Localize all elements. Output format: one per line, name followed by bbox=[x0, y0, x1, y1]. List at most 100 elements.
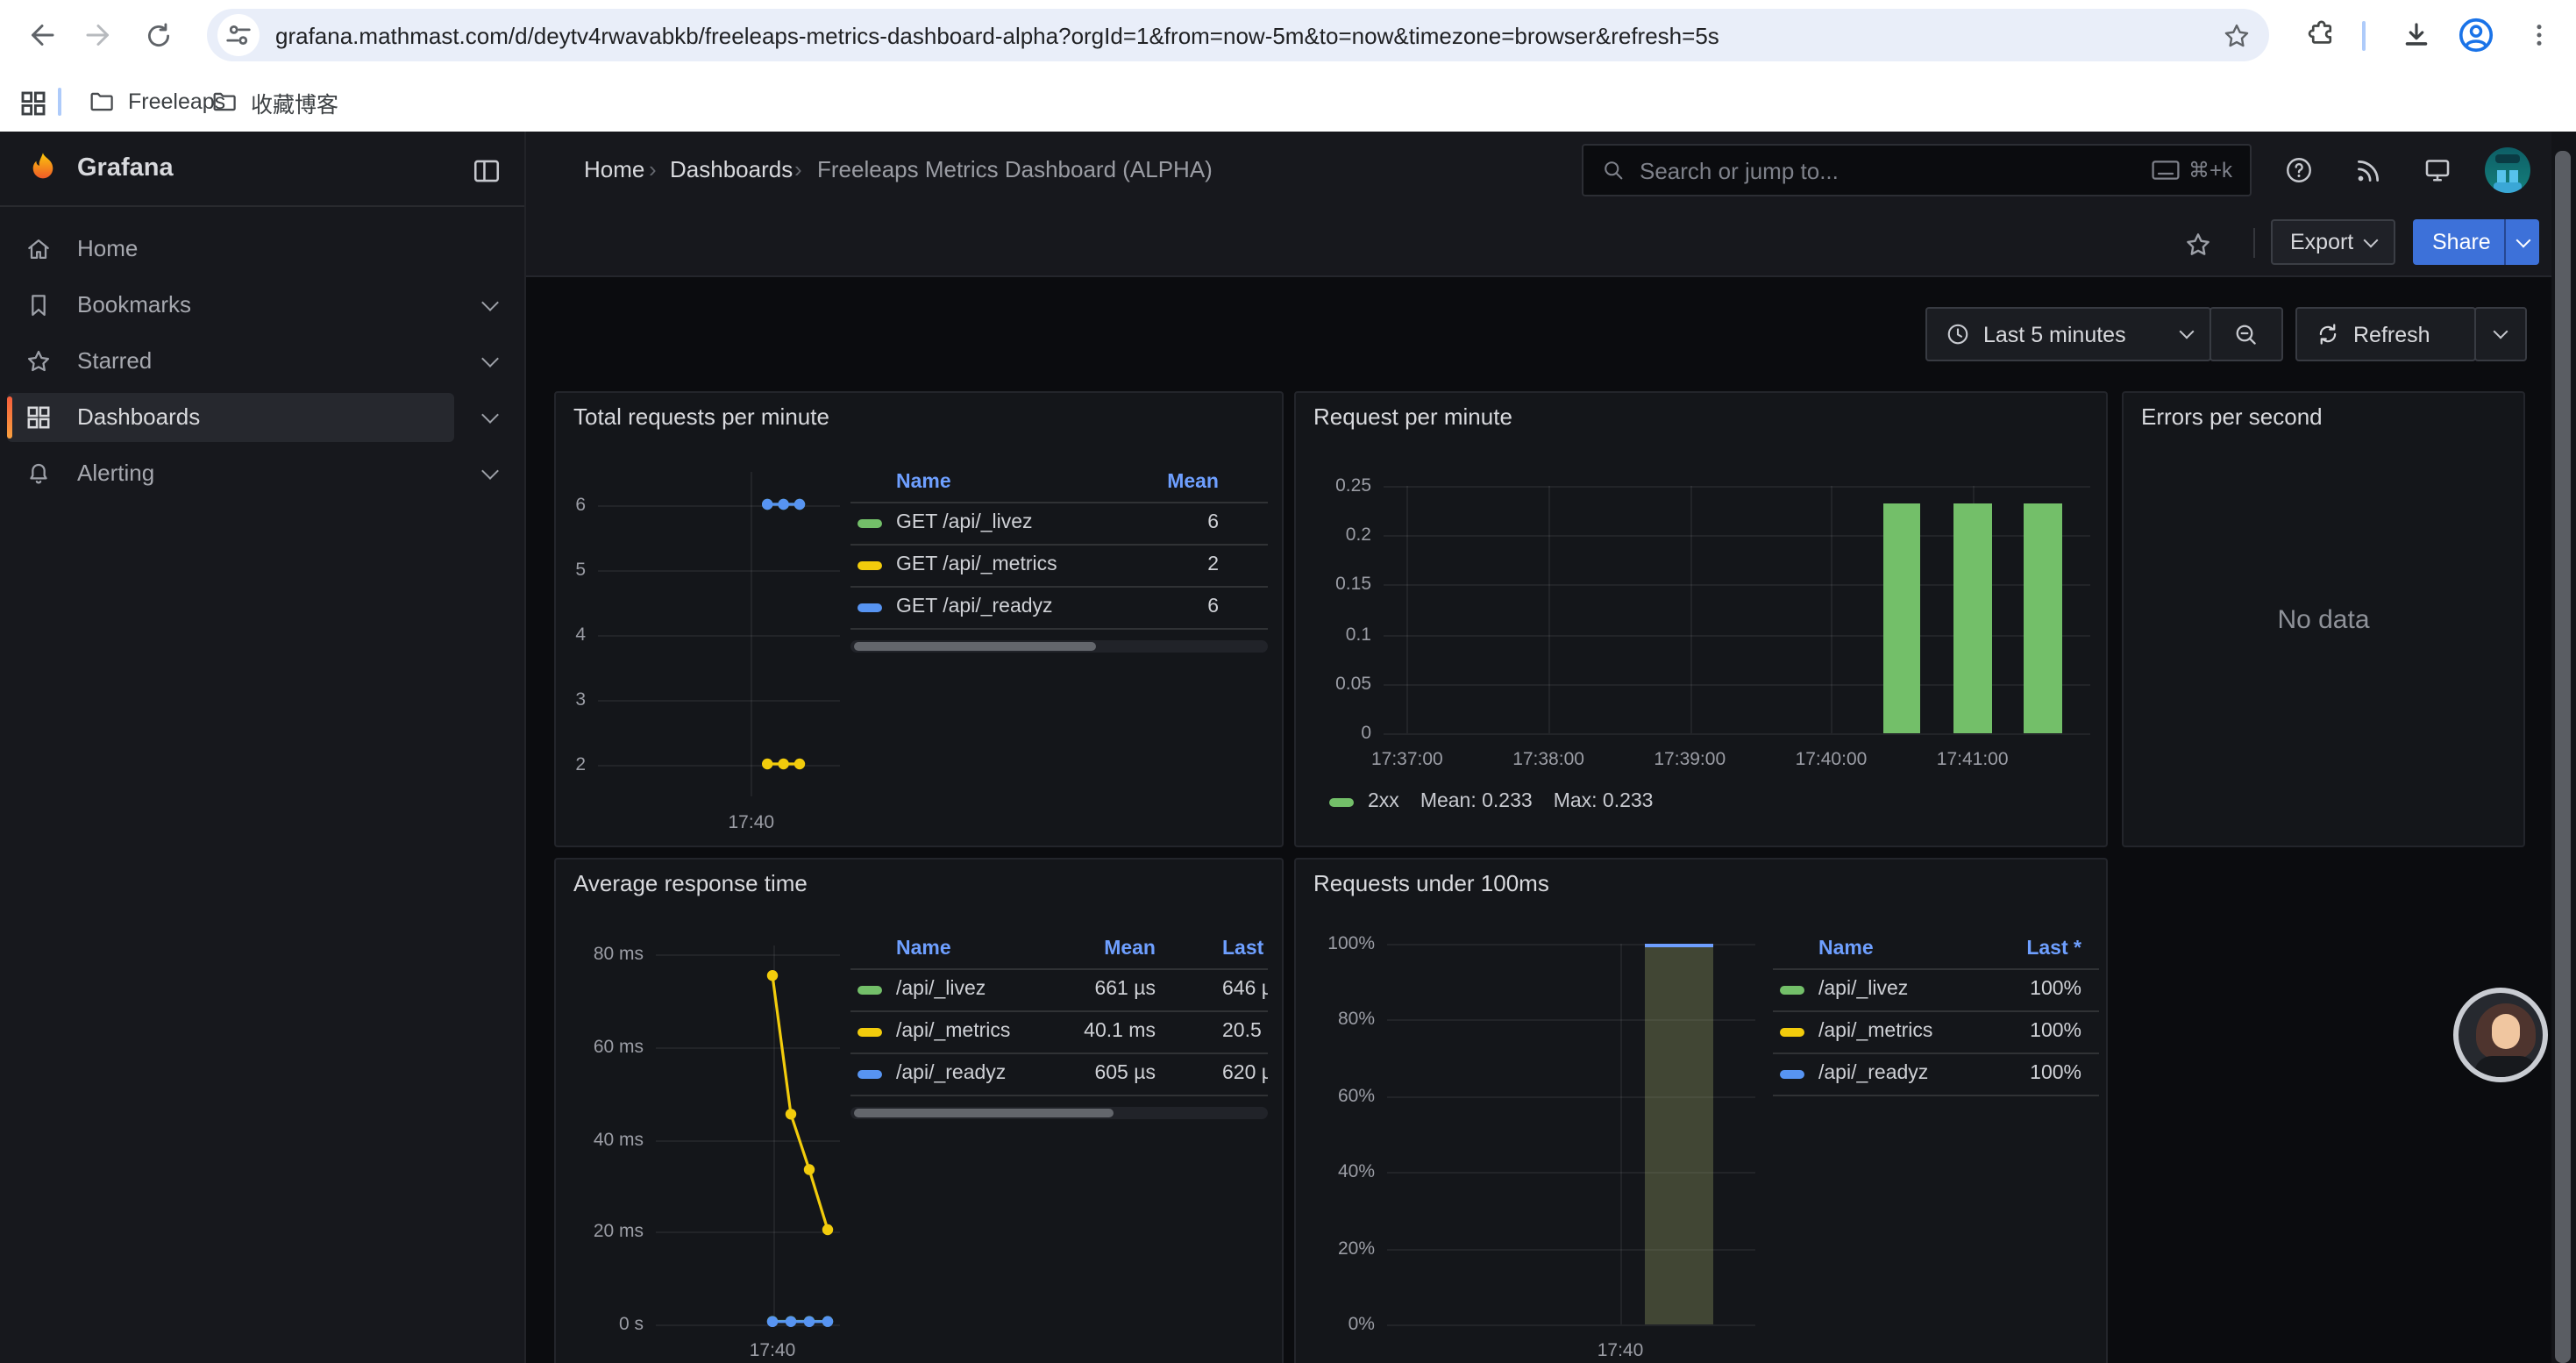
favorite-dashboard-button[interactable] bbox=[2167, 214, 2227, 274]
bar-chart-canvas[interactable]: 00.050.10.150.20.2517:37:0017:38:0017:39… bbox=[1296, 393, 2106, 846]
data-point bbox=[804, 1317, 815, 1327]
extensions-button[interactable] bbox=[2297, 11, 2346, 60]
refresh-button[interactable]: Refresh bbox=[2295, 307, 2476, 361]
bar-2xx bbox=[1953, 503, 1991, 733]
refresh-icon bbox=[2315, 321, 2341, 347]
legend-row[interactable]: /api/_readyz100% bbox=[1773, 1054, 2099, 1095]
site-settings-button[interactable] bbox=[217, 14, 260, 56]
no-data-message: No data bbox=[2124, 393, 2523, 846]
gridline bbox=[1384, 733, 2090, 735]
legend-cell: 100% bbox=[2030, 1054, 2081, 1095]
apps-grid-button[interactable] bbox=[14, 84, 53, 123]
sidebar-item-bookmarks[interactable]: Bookmarks bbox=[0, 277, 524, 333]
legend-h-scrollbar[interactable] bbox=[850, 640, 1268, 653]
data-point bbox=[767, 970, 778, 981]
chevron-down-icon[interactable] bbox=[481, 294, 499, 311]
star-icon bbox=[25, 347, 53, 375]
gridline bbox=[1548, 486, 1550, 733]
bookmark-page-button[interactable] bbox=[2222, 20, 2252, 50]
search-box[interactable]: ⌘+k bbox=[1582, 144, 2252, 196]
scrollbar-thumb[interactable] bbox=[2555, 151, 2571, 1363]
legend-row[interactable]: /api/_metrics100% bbox=[1773, 1012, 2099, 1053]
chevron-down-icon[interactable] bbox=[481, 462, 499, 480]
legend-column-header[interactable]: Name bbox=[896, 930, 951, 968]
series-color-pill bbox=[1780, 986, 1804, 995]
breadcrumb-dashboards[interactable]: Dashboards bbox=[670, 132, 793, 209]
legend-row[interactable]: /api/_livez100% bbox=[1773, 970, 2099, 1010]
page-scrollbar[interactable] bbox=[2551, 132, 2576, 1363]
legend-table-header: Name Mean bbox=[850, 463, 1268, 502]
chevron-down-icon[interactable] bbox=[481, 350, 499, 368]
legend-row[interactable]: GET /api/_livez6 bbox=[850, 503, 1268, 544]
gridline bbox=[1384, 486, 2090, 488]
toolbar-divider bbox=[2362, 21, 2366, 51]
back-button[interactable] bbox=[18, 11, 67, 60]
legend-row[interactable]: GET /api/_readyz6 bbox=[850, 588, 1268, 628]
data-point bbox=[778, 759, 788, 769]
share-button[interactable]: Share bbox=[2413, 219, 2510, 265]
screen-button[interactable] bbox=[2408, 140, 2467, 200]
download-icon bbox=[2401, 19, 2432, 51]
chevron-down-icon[interactable] bbox=[481, 406, 499, 424]
sidebar-item-home[interactable]: Home bbox=[0, 221, 524, 277]
search-input[interactable] bbox=[1640, 157, 2138, 183]
series-line bbox=[772, 975, 828, 1230]
sidebar-item-alerting[interactable]: Alerting bbox=[0, 446, 524, 502]
legend-column-header[interactable]: Last * bbox=[1222, 930, 1268, 968]
profile-button[interactable] bbox=[2451, 11, 2501, 60]
refresh-interval-button[interactable] bbox=[2474, 307, 2527, 361]
browser-menu-button[interactable] bbox=[2515, 11, 2564, 60]
share-menu-button[interactable] bbox=[2504, 219, 2539, 265]
assistant-avatar[interactable] bbox=[2453, 988, 2548, 1082]
sidebar-item-starred[interactable]: Starred bbox=[0, 333, 524, 389]
legend-column-header[interactable]: Mean bbox=[1167, 463, 1219, 502]
legend-row[interactable]: /api/_livez661 µs646 µs bbox=[850, 970, 1268, 1010]
zoom-out-time-button[interactable] bbox=[2210, 307, 2283, 361]
bookmarks-bar: Freeleaps 收藏博客 bbox=[0, 72, 2576, 132]
legend-column-header[interactable]: Name bbox=[896, 463, 951, 502]
brand-name[interactable]: Grafana bbox=[77, 132, 174, 207]
screen-monitor-icon bbox=[2422, 154, 2453, 186]
forward-icon bbox=[82, 19, 114, 51]
user-avatar[interactable] bbox=[2485, 147, 2530, 193]
legend-row[interactable]: /api/_metrics40.1 ms20.5 ms bbox=[850, 1012, 1268, 1053]
sidebar: Grafana Home Bookmarks Starred bbox=[0, 132, 526, 1363]
grafana-logo[interactable] bbox=[23, 149, 63, 189]
news-button[interactable] bbox=[2338, 140, 2397, 200]
bookmark-icon bbox=[25, 291, 53, 319]
series-color-pill bbox=[857, 1028, 882, 1037]
url-bar[interactable]: grafana.mathmast.com/d/deytv4rwavabkb/fr… bbox=[207, 9, 2269, 61]
series-color-pill bbox=[857, 603, 882, 612]
x-axis-tick-label: 17:37:00 bbox=[1351, 747, 1463, 772]
downloads-button[interactable] bbox=[2392, 11, 2441, 60]
legend-h-scrollbar[interactable] bbox=[850, 1107, 1268, 1119]
x-axis-tick-label: 17:41:00 bbox=[1917, 747, 2029, 772]
help-button[interactable] bbox=[2269, 140, 2329, 200]
folder-icon bbox=[210, 88, 238, 116]
legend-series-name[interactable]: 2xx bbox=[1368, 791, 1399, 812]
chart-legend[interactable]: 2xx Mean: 0.233 Max: 0.233 bbox=[1329, 791, 1675, 812]
chevron-down-icon bbox=[2364, 232, 2379, 247]
y-axis-tick-label: 0.05 bbox=[1296, 672, 1371, 696]
legend-cell: 6 bbox=[1207, 588, 1219, 628]
legend-cell: 20.5 ms bbox=[1222, 1012, 1268, 1053]
legend-column-header[interactable]: Name bbox=[1818, 930, 1874, 968]
reload-button[interactable] bbox=[133, 11, 182, 60]
bookmark-folder-blogs[interactable]: 收藏博客 bbox=[196, 79, 352, 125]
sidebar-item-dashboards[interactable]: Dashboards bbox=[0, 389, 524, 446]
gridline bbox=[1387, 1324, 1755, 1326]
y-axis-tick-label: 80% bbox=[1296, 1008, 1375, 1032]
data-point bbox=[804, 1164, 815, 1174]
legend-row[interactable]: /api/_readyz605 µs620 µs bbox=[850, 1054, 1268, 1095]
time-range-picker[interactable]: Last 5 minutes bbox=[1925, 307, 2211, 361]
forward-button[interactable] bbox=[74, 11, 123, 60]
series-color-pill bbox=[857, 561, 882, 570]
legend-column-header[interactable]: Last * bbox=[2026, 930, 2081, 968]
legend-column-header[interactable]: Mean bbox=[1104, 930, 1156, 968]
legend-row[interactable]: GET /api/_metrics2 bbox=[850, 546, 1268, 586]
reload-icon bbox=[143, 20, 173, 50]
collapse-sidebar-button[interactable] bbox=[465, 149, 507, 191]
breadcrumb-home[interactable]: Home bbox=[584, 132, 644, 209]
export-button[interactable]: Export bbox=[2271, 219, 2395, 265]
data-point bbox=[786, 1109, 796, 1119]
